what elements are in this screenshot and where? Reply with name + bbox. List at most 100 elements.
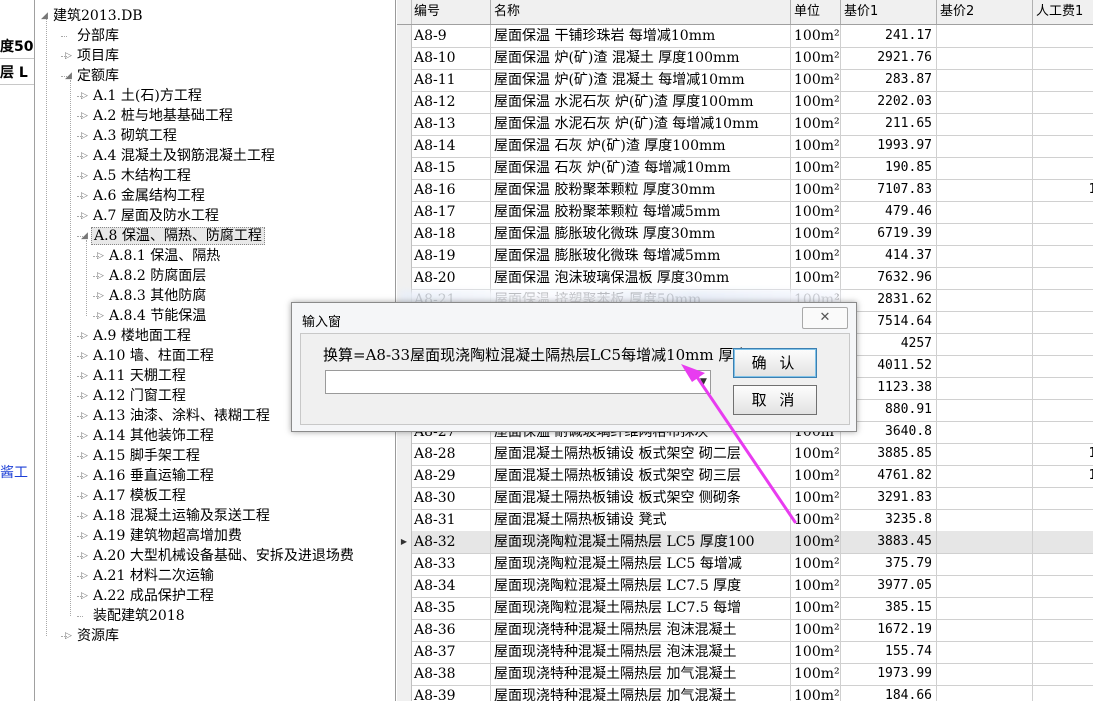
table-cell[interactable] [937,245,1033,267]
table-cell[interactable]: 7 [1033,223,1093,245]
row-selector[interactable] [397,597,412,619]
tree-node[interactable]: ▷ A.3 砌筑工程 [81,126,179,146]
row-selector[interactable] [397,267,412,289]
table-row[interactable]: A8-18屋面保温 膨胀玻化微珠 厚度30mm100m²6719.39 7 [397,223,1093,246]
table-cell[interactable]: 283.87 [841,69,937,91]
row-selector[interactable] [397,223,412,245]
table-cell[interactable]: 3 [1033,685,1093,701]
table-cell[interactable] [937,663,1033,685]
tree-expand-icon[interactable]: ▷ [81,446,91,466]
tree-expand-icon[interactable]: ▷ [81,426,91,446]
tree-node[interactable]: ◢ A.8 保温、隔热、防腐工程 [81,226,265,246]
table-cell[interactable]: 7107.83 [841,179,937,201]
table-cell[interactable]: 7632.96 [841,267,937,289]
table-cell[interactable]: A8-37 [411,641,491,663]
table-cell[interactable]: A8-15 [411,157,491,179]
tree-expand-icon[interactable]: ▷ [81,526,91,546]
tree-expand-icon[interactable]: ▷ [81,186,91,206]
table-cell[interactable]: 100m² [791,597,841,619]
tree-node[interactable]: ▷ A.22 成品保护工程 [81,586,216,606]
tree-expand-icon[interactable]: ▷ [81,406,91,426]
row-selector[interactable] [397,685,412,701]
table-cell[interactable]: 100m² [791,465,841,487]
table-cell[interactable] [937,333,1033,355]
tree-node[interactable]: ▷ A.8.4 节能保温 [97,306,208,326]
table-cell[interactable]: 100m² [791,113,841,135]
table-cell[interactable]: A8-13 [411,113,491,135]
tree-expand-icon[interactable]: ▷ [81,166,91,186]
table-cell[interactable]: 屋面混凝土隔热板铺设 板式架空 砌二层 [491,443,791,465]
table-row[interactable]: A8-29屋面混凝土隔热板铺设 板式架空 砌三层100m²4761.82 130 [397,465,1093,488]
table-cell[interactable]: 4761.82 [841,465,937,487]
table-cell[interactable]: A8-9 [411,25,491,47]
tree-node[interactable]: ▷ A.9 楼地面工程 [81,326,193,346]
table-row[interactable]: A8-12 屋面保温 水泥石灰 炉(矿)渣 厚度100mm 100m² 2202.03… [397,91,1093,114]
table-cell[interactable]: 1993.97 [841,135,937,157]
table-cell[interactable] [937,531,1033,553]
row-pointer-icon[interactable]: ▶ [397,531,412,553]
row-selector[interactable] [397,135,412,157]
dialog-close-button[interactable]: ✕ [802,307,848,329]
table-cell[interactable]: 40 [1033,663,1093,685]
table-cell[interactable] [937,377,1033,399]
table-cell[interactable]: 100m² [791,685,841,701]
table-cell[interactable]: 1( [1033,25,1093,47]
table-cell[interactable]: 479.46 [841,201,937,223]
table-cell[interactable] [937,575,1033,597]
table-cell[interactable] [937,311,1033,333]
tree-node[interactable]: ▷ A.4 混凝土及钢筋混凝土工程 [81,146,277,166]
column-header[interactable]: 单位 [791,0,841,24]
table-cell[interactable]: 屋面保温 泡沫玻璃保温板 厚度30mm [491,267,791,289]
table-row[interactable]: A8-30屋面混凝土隔热板铺设 板式架空 侧砌条100m²3291.83 78 [397,487,1093,510]
table-cell[interactable]: 40 [1033,619,1093,641]
table-cell[interactable]: 45 [1033,333,1093,355]
table-cell[interactable] [937,25,1033,47]
table-cell[interactable]: 100m² [791,135,841,157]
tree-expand-icon[interactable]: ▷ [81,346,91,366]
table-row[interactable]: A8-19屋面保温 膨胀玻化微珠 每增减5mm100m²414.37 7 [397,245,1093,268]
table-cell[interactable]: 6( [1033,267,1093,289]
tree-node[interactable]: ▷ A.8.3 其他防腐 [97,286,208,306]
table-cell[interactable]: 3 [1033,69,1093,91]
table-cell[interactable]: 屋面混凝土隔热板铺设 板式架空 砌三层 [491,465,791,487]
table-cell[interactable] [937,355,1033,377]
table-row[interactable]: A8-33屋面现浇陶粒混凝土隔热层 LC5 每增减100m²375.79 5 [397,553,1093,576]
table-cell[interactable]: 414.37 [841,245,937,267]
table-cell[interactable]: 屋面保温 干铺珍珠岩 每增减10mm [491,25,791,47]
table-row[interactable]: A8-16屋面保温 胶粉聚苯颗粒 厚度30mm100m²7107.83 105 [397,179,1093,202]
table-cell[interactable]: 屋面现浇特种混凝土隔热层 加气混凝土 [491,663,791,685]
table-cell[interactable] [937,267,1033,289]
row-selector[interactable] [397,47,412,69]
table-cell[interactable]: 屋面保温 胶粉聚苯颗粒 每增减5mm [491,201,791,223]
table-cell[interactable] [937,69,1033,91]
table-row[interactable]: A8-20屋面保温 泡沫玻璃保温板 厚度30mm100m²7632.96 6( [397,267,1093,290]
table-cell[interactable]: 屋面保温 膨胀玻化微珠 厚度30mm [491,223,791,245]
table-row[interactable]: A8-36屋面现浇特种混凝土隔热层 泡沫混凝土100m²1672.19 40 [397,619,1093,642]
table-cell[interactable]: 屋面混凝土隔热板铺设 凳式 [491,509,791,531]
table-cell[interactable]: A8-39 [411,685,491,701]
tree-node[interactable]: ▷ A.11 天棚工程 [81,366,188,386]
row-selector[interactable] [397,157,412,179]
table-cell[interactable]: A8-19 [411,245,491,267]
table-cell[interactable]: 屋面保温 炉(矿)渣 混凝土 厚度100mm [491,47,791,69]
row-selector[interactable] [397,245,412,267]
row-selector[interactable] [397,179,412,201]
table-cell[interactable]: 63 [1033,531,1093,553]
table-cell[interactable]: 4: [1033,91,1093,113]
row-selector[interactable] [397,91,412,113]
table-cell[interactable]: 4: [1033,421,1093,443]
table-cell[interactable]: A8-18 [411,223,491,245]
table-row[interactable]: A8-15屋面保温 石灰 炉(矿)渣 每增减10mm100m²190.85 3 [397,157,1093,180]
tree-node[interactable]: ◢ 定额库 [65,66,121,86]
tree-expand-icon[interactable]: ▷ [81,106,91,126]
table-cell[interactable]: A8-30 [411,487,491,509]
table-cell[interactable]: 100m² [791,509,841,531]
table-cell[interactable]: 77 [1033,509,1093,531]
table-cell[interactable]: 100m² [791,157,841,179]
tree-collapse-icon[interactable]: ◢ [41,6,51,26]
table-cell[interactable]: 屋面保温 胶粉聚苯颗粒 厚度30mm [491,179,791,201]
table-cell[interactable] [937,443,1033,465]
table-row[interactable]: A8-28屋面混凝土隔热板铺设 板式架空 砌二层100m²3885.85 102 [397,443,1093,466]
cancel-button[interactable]: 取 消 [733,385,817,415]
table-cell[interactable]: 3291.83 [841,487,937,509]
